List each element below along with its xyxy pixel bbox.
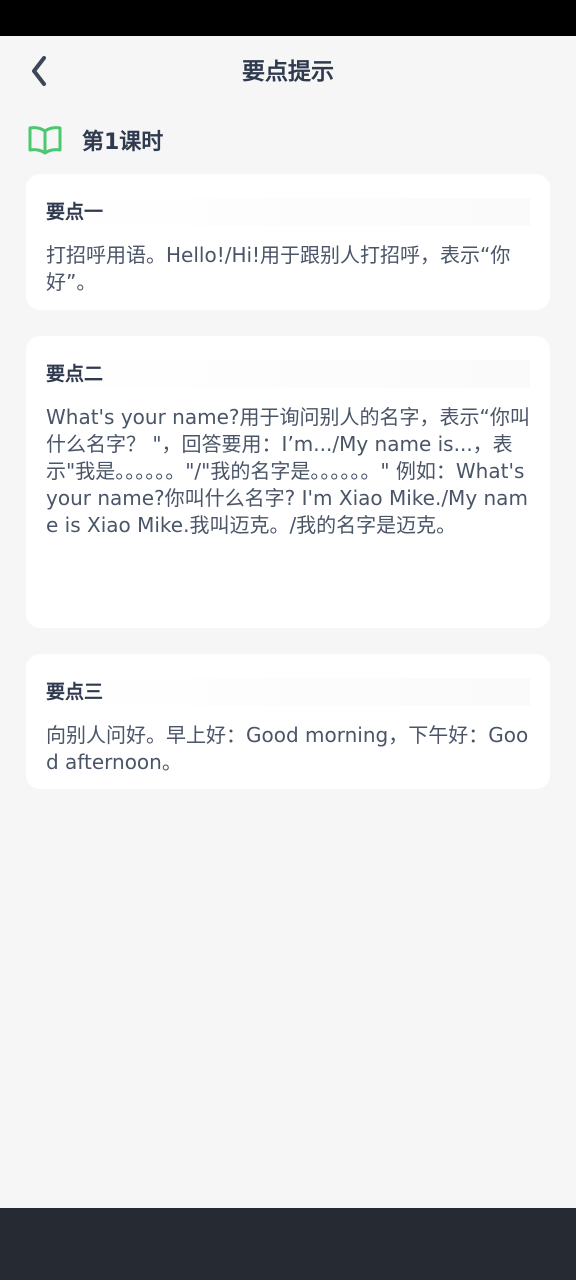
point-body: 打招呼用语。Hello!/Hi!用于跟别人打招呼，表示“你好”。 [46,243,511,294]
lesson-heading: 第1课时 [28,122,163,158]
open-book-icon [28,126,62,155]
status-bar [0,0,576,36]
point-body: What's your name?用于询问别人的名字，表示“你叫什么名字？ "，… [46,405,530,537]
header: 要点提示 [0,36,576,108]
lesson-title: 第1课时 [82,130,164,155]
point-card: 要点二 What's your name?用于询问别人的名字，表示“你叫什么名字… [26,336,550,628]
point-title: 要点二 [46,360,530,388]
page-title: 要点提示 [242,59,334,85]
point-card: 要点三 向别人问好。早上好：Good morning，下午好：Good afte… [26,654,550,789]
point-title: 要点一 [46,198,530,226]
point-body: 向别人问好。早上好：Good morning，下午好：Good afternoo… [46,723,529,774]
point-title: 要点三 [46,678,530,706]
system-navigation-bar [0,1208,576,1280]
point-card: 要点一 打招呼用语。Hello!/Hi!用于跟别人打招呼，表示“你好”。 [26,174,550,310]
